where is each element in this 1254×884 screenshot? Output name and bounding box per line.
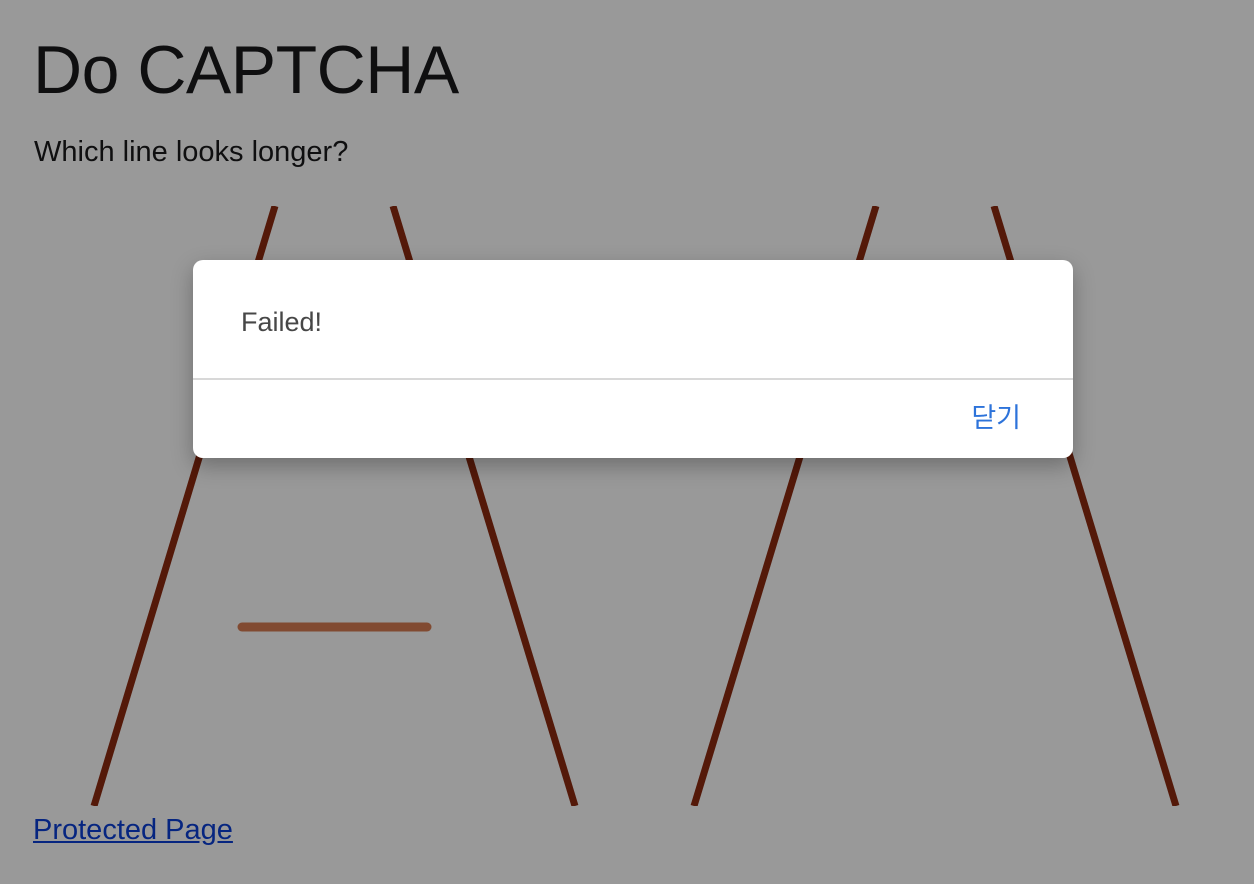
dialog-divider: [193, 378, 1073, 380]
alert-dialog: Failed! 닫기: [193, 260, 1073, 458]
dialog-message: Failed!: [241, 307, 323, 337]
dialog-close-button[interactable]: 닫기: [971, 401, 1021, 437]
captcha-page: Do CAPTCHA Which line looks longer? Prot…: [0, 0, 1254, 884]
